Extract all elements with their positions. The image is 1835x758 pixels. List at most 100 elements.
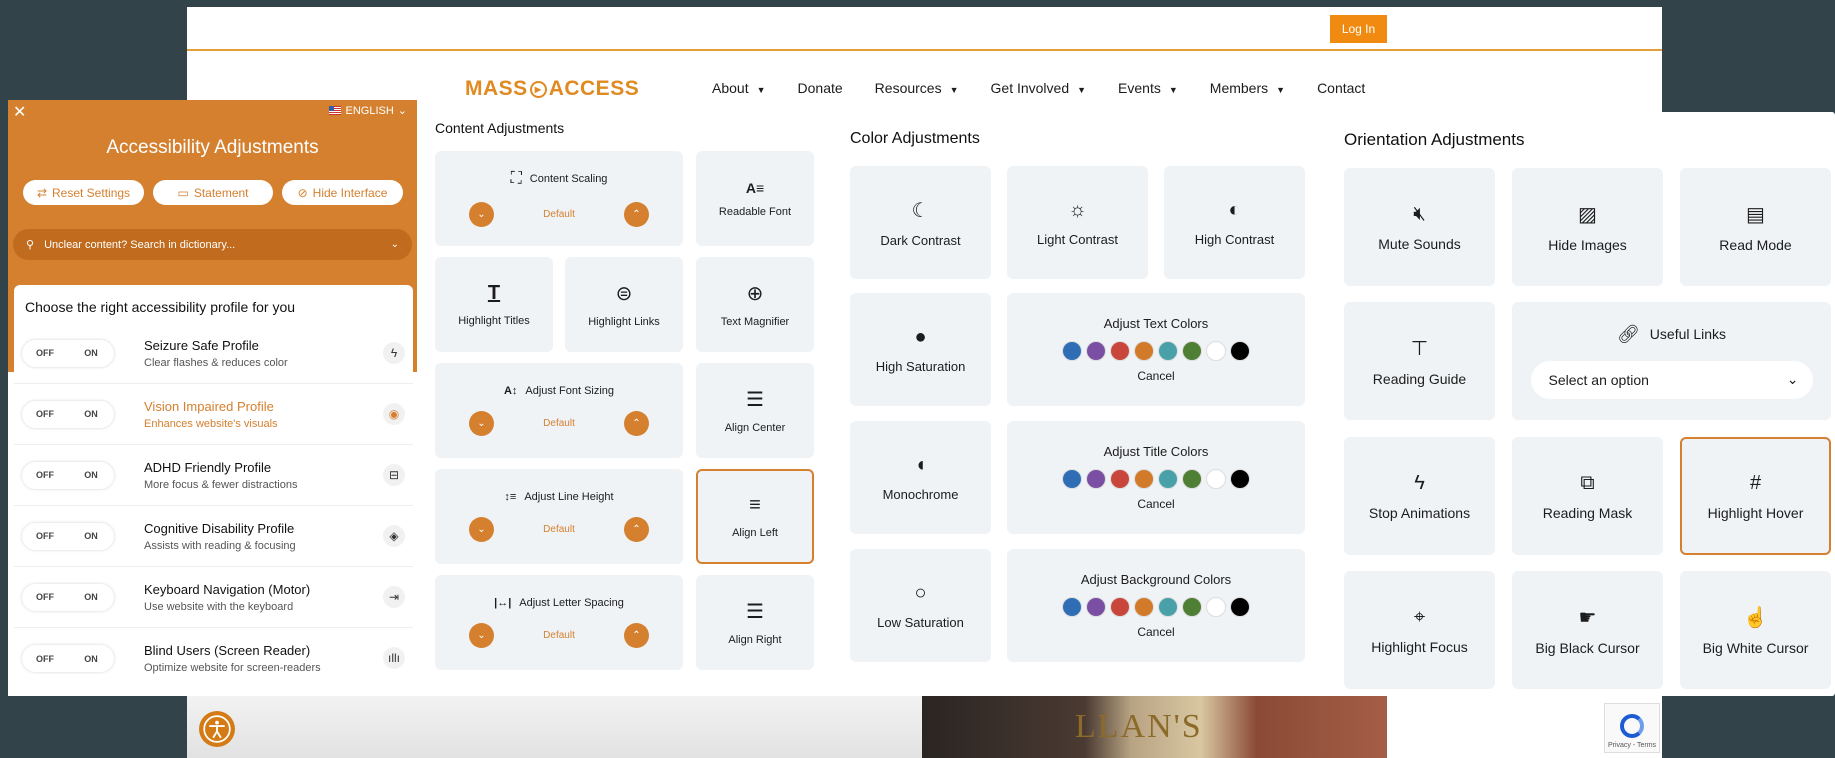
profile-toggle[interactable]: OFF ON (22, 339, 114, 367)
toggle-off[interactable]: OFF (22, 340, 68, 367)
profile-toggle[interactable]: OFF ON (22, 400, 114, 428)
profile-toggle[interactable]: OFF ON (22, 461, 114, 489)
nav-events[interactable]: Events ▼ (1118, 80, 1178, 96)
align-right-tile[interactable]: ☰ Align Right (696, 575, 814, 670)
color-swatch[interactable] (1158, 597, 1178, 617)
light-contrast-tile[interactable]: ☼ Light Contrast (1007, 166, 1148, 279)
reading-guide-tile[interactable]: ⊤ Reading Guide (1344, 302, 1495, 420)
profile-row-vision-impaired[interactable]: OFF ON Vision Impaired Profile Enhances we… (14, 384, 413, 445)
profile-row-keyboard-nav[interactable]: OFF ON Keyboard Navigation (Motor) Use web… (14, 567, 413, 628)
toggle-off[interactable]: OFF (22, 401, 68, 428)
reading-mask-tile[interactable]: ⧉ Reading Mask (1512, 437, 1663, 555)
stop-animations-tile[interactable]: ϟ Stop Animations (1344, 437, 1495, 555)
increase-button[interactable]: ⌃ (624, 623, 649, 648)
color-swatch[interactable] (1230, 597, 1250, 617)
color-swatch[interactable] (1110, 341, 1130, 361)
site-logo[interactable]: MASS ▶ ACCESS (465, 77, 639, 101)
highlight-titles-tile[interactable]: T Highlight Titles (435, 257, 553, 352)
color-swatch[interactable] (1206, 469, 1226, 489)
color-swatch[interactable] (1182, 341, 1202, 361)
color-swatch[interactable] (1230, 469, 1250, 489)
color-swatch[interactable] (1206, 341, 1226, 361)
color-swatch[interactable] (1110, 597, 1130, 617)
recaptcha-badge[interactable]: Privacy - Terms (1604, 703, 1660, 753)
profile-toggle[interactable]: OFF ON (22, 645, 114, 672)
read-mode-tile[interactable]: ▤ Read Mode (1680, 168, 1831, 286)
profile-row-blind-users[interactable]: OFF ON Blind Users (Screen Reader) Optimiz… (14, 628, 413, 689)
high-saturation-tile[interactable]: ● High Saturation (850, 293, 991, 406)
highlight-links-tile[interactable]: ⊜ Highlight Links (565, 257, 683, 352)
nav-donate[interactable]: Donate (798, 80, 843, 96)
nav-members[interactable]: Members ▼ (1210, 80, 1285, 96)
login-button[interactable]: Log In (1330, 15, 1387, 43)
color-swatch[interactable] (1158, 469, 1178, 489)
decrease-button[interactable]: ⌄ (469, 623, 494, 648)
decrease-button[interactable]: ⌄ (469, 202, 494, 227)
color-swatch[interactable] (1230, 341, 1250, 361)
close-icon[interactable]: ✕ (13, 102, 26, 122)
toggle-on[interactable]: ON (68, 462, 114, 489)
color-swatch[interactable] (1086, 597, 1106, 617)
nav-contact[interactable]: Contact (1317, 80, 1365, 96)
useful-links-select[interactable]: Select an option ⌄ (1530, 360, 1813, 399)
profile-row-cognitive[interactable]: OFF ON Cognitive Disability Profile Assist… (14, 506, 413, 567)
color-swatch[interactable] (1062, 469, 1082, 489)
low-saturation-tile[interactable]: ○ Low Saturation (850, 549, 991, 662)
readable-font-tile[interactable]: A≡ Readable Font (696, 151, 814, 246)
highlight-focus-tile[interactable]: ⌖ Highlight Focus (1344, 571, 1495, 689)
align-center-tile[interactable]: ☰ Align Center (696, 363, 814, 458)
toggle-off[interactable]: OFF (22, 584, 68, 611)
hide-images-tile[interactable]: ▨ Hide Images (1512, 168, 1663, 286)
color-swatch[interactable] (1158, 341, 1178, 361)
accessibility-widget-button[interactable] (199, 711, 235, 747)
toggle-off[interactable]: OFF (22, 523, 68, 550)
color-swatch[interactable] (1134, 469, 1154, 489)
color-swatch[interactable] (1134, 341, 1154, 361)
text-magnifier-tile[interactable]: ⊕ Text Magnifier (696, 257, 814, 352)
color-swatch[interactable] (1086, 469, 1106, 489)
decrease-button[interactable]: ⌄ (469, 411, 494, 436)
statement-button[interactable]: ▭ Statement (153, 180, 273, 205)
profile-toggle[interactable]: OFF ON (22, 522, 114, 550)
highlight-hover-tile[interactable]: # Highlight Hover (1680, 437, 1831, 555)
color-swatch[interactable] (1182, 469, 1202, 489)
color-swatch[interactable] (1086, 341, 1106, 361)
toggle-off[interactable]: OFF (22, 462, 68, 489)
dictionary-search[interactable]: ⚲ Unclear content? Search in dictionary.… (13, 229, 412, 260)
profile-toggle[interactable]: OFF ON (22, 583, 114, 611)
color-swatch[interactable] (1182, 597, 1202, 617)
color-swatch[interactable] (1062, 341, 1082, 361)
high-contrast-tile[interactable]: ◐ High Contrast (1164, 166, 1305, 279)
monochrome-tile[interactable]: ◖ Monochrome (850, 421, 991, 534)
profile-row-seizure-safe[interactable]: OFF ON Seizure Safe Profile Clear flashes … (14, 323, 413, 384)
cancel-title-colors[interactable]: Cancel (1137, 497, 1174, 511)
hide-interface-button[interactable]: ⊘ Hide Interface (282, 180, 403, 205)
toggle-on[interactable]: ON (68, 645, 114, 672)
toggle-on[interactable]: ON (68, 584, 114, 611)
nav-about[interactable]: About ▼ (712, 80, 766, 96)
color-swatch[interactable] (1062, 597, 1082, 617)
color-swatch[interactable] (1134, 597, 1154, 617)
toggle-on[interactable]: ON (68, 401, 114, 428)
decrease-button[interactable]: ⌄ (469, 517, 494, 542)
profile-row-adhd[interactable]: OFF ON ADHD Friendly Profile More focus & … (14, 445, 413, 506)
align-left-tile[interactable]: ≡ Align Left (696, 469, 814, 564)
mute-sounds-tile[interactable]: 🔇︎ Mute Sounds (1344, 168, 1495, 286)
toggle-on[interactable]: ON (68, 523, 114, 550)
big-black-cursor-tile[interactable]: ☛ Big Black Cursor (1512, 571, 1663, 689)
toggle-off[interactable]: OFF (22, 645, 68, 672)
increase-button[interactable]: ⌃ (624, 202, 649, 227)
cancel-background-colors[interactable]: Cancel (1137, 625, 1174, 639)
reset-settings-button[interactable]: ⇄ Reset Settings (23, 180, 144, 205)
language-selector[interactable]: ENGLISH ⌄ (329, 104, 407, 117)
toggle-on[interactable]: ON (68, 340, 114, 367)
increase-button[interactable]: ⌃ (624, 517, 649, 542)
dark-contrast-tile[interactable]: ☾ Dark Contrast (850, 166, 991, 279)
color-swatch[interactable] (1206, 597, 1226, 617)
cancel-text-colors[interactable]: Cancel (1137, 369, 1174, 383)
nav-resources[interactable]: Resources ▼ (875, 80, 959, 96)
big-white-cursor-tile[interactable]: ☝ Big White Cursor (1680, 571, 1831, 689)
increase-button[interactable]: ⌃ (624, 411, 649, 436)
nav-get-involved[interactable]: Get Involved ▼ (991, 80, 1087, 96)
color-swatch[interactable] (1110, 469, 1130, 489)
